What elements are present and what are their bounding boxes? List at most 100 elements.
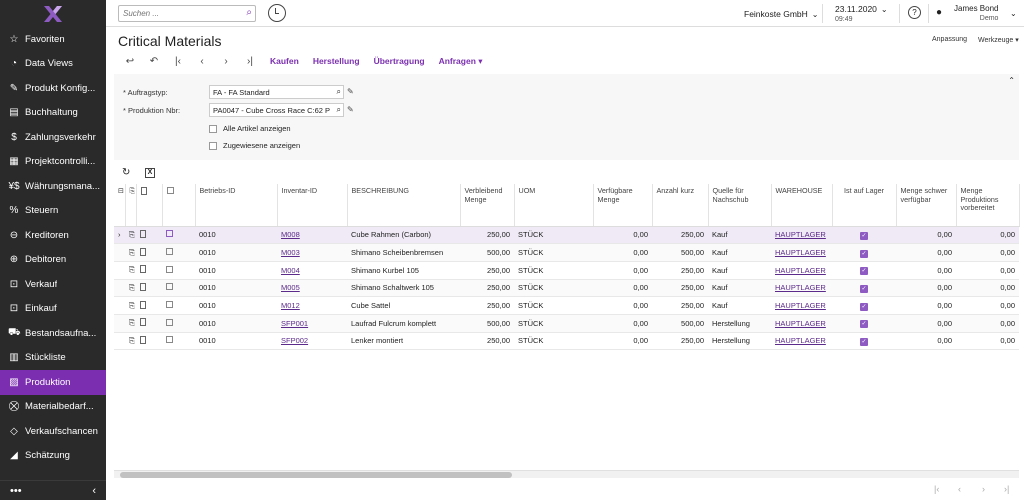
export-excel-icon[interactable]: X: [145, 168, 155, 178]
user-menu[interactable]: James Bond Demo: [954, 4, 998, 24]
note-icon[interactable]: [136, 314, 162, 333]
col-warehouse[interactable]: WAREHOUSE: [771, 184, 833, 227]
row-checkbox[interactable]: [162, 243, 195, 262]
col-quelle[interactable]: Quelle für Nachschub: [708, 184, 772, 227]
last-record-icon[interactable]: ›|: [238, 56, 262, 67]
table-row[interactable]: › ⎘ 0010 M008 Cube Rahmen (Carbon) 250,00 STÜC…: [114, 226, 1019, 245]
cell-warehouse[interactable]: HAUPTLAGER: [771, 261, 832, 280]
kaufen-button[interactable]: Kaufen: [270, 56, 299, 66]
customization-link[interactable]: Anpassung: [932, 36, 967, 43]
sidebar-item-währungsmana[interactable]: ¥$ Währungsmana...: [0, 174, 106, 199]
tools-menu[interactable]: Werkzeuge ▾: [978, 36, 1019, 44]
warehouse-link[interactable]: HAUPTLAGER: [775, 336, 826, 345]
note-icon[interactable]: [136, 279, 162, 298]
lookup-icon[interactable]: ⌕: [337, 87, 341, 97]
cell-inventar-id[interactable]: SFP001: [277, 314, 347, 333]
sidebar-item-schätzung[interactable]: ◢ Schätzung: [0, 444, 106, 469]
checked-checkbox-icon[interactable]: ✓: [860, 231, 868, 240]
note-icon[interactable]: [136, 261, 162, 280]
attachment-icon[interactable]: ⎘: [125, 314, 136, 333]
select-all-checkbox[interactable]: [162, 184, 196, 227]
sidebar-item-produkt-konfig[interactable]: ✎ Produkt Konfig...: [0, 76, 106, 101]
row-checkbox[interactable]: [162, 226, 195, 245]
inventar-link[interactable]: SFP001: [281, 319, 308, 328]
attachment-icon[interactable]: ⎘: [125, 226, 136, 245]
horizontal-scrollbar[interactable]: [114, 470, 1019, 478]
scrollbar-thumb[interactable]: [120, 472, 512, 478]
attachment-icon[interactable]: ⎘: [125, 243, 136, 262]
col-menge-vorbereitet[interactable]: Menge Produktions vorbereitet: [956, 184, 1020, 227]
cell-warehouse[interactable]: HAUPTLAGER: [771, 279, 832, 298]
previous-page-icon[interactable]: ‹: [958, 484, 961, 494]
collapse-sidebar-icon[interactable]: ‹: [92, 485, 96, 497]
cell-inventar-id[interactable]: M008: [277, 226, 347, 245]
sidebar-item-data-views[interactable]: ◔ Data Views: [0, 52, 106, 77]
warehouse-link[interactable]: HAUPTLAGER: [775, 319, 826, 328]
attachment-icon[interactable]: ⎘: [125, 296, 136, 315]
sidebar-item-projektcontrolli[interactable]: ▦ Projektcontrolli...: [0, 150, 106, 175]
back-icon[interactable]: ↩: [118, 56, 142, 67]
history-icon[interactable]: [268, 4, 286, 22]
help-icon[interactable]: ?: [908, 6, 921, 19]
cell-warehouse[interactable]: HAUPTLAGER: [771, 226, 832, 245]
row-checkbox[interactable]: [162, 314, 195, 333]
cell-inventar-id[interactable]: M012: [277, 296, 347, 315]
cell-inventar-id[interactable]: SFP002: [277, 332, 347, 351]
note-icon[interactable]: [136, 296, 162, 315]
cell-ist-auf-lager[interactable]: ✓: [832, 296, 896, 315]
row-checkbox[interactable]: [162, 296, 195, 315]
last-page-icon[interactable]: ›|: [1004, 484, 1009, 494]
checked-checkbox-icon[interactable]: ✓: [860, 249, 868, 258]
sidebar-item-verkauf[interactable]: ⊡ Verkauf: [0, 272, 106, 297]
search-input[interactable]: [119, 6, 234, 21]
inventar-link[interactable]: M004: [281, 266, 300, 275]
lookup-icon[interactable]: ⌕: [337, 105, 341, 115]
cell-inventar-id[interactable]: M004: [277, 261, 347, 280]
sidebar-item-debitoren[interactable]: ⊕ Debitoren: [0, 248, 106, 273]
sidebar-item-produktion[interactable]: ▨ Produktion: [0, 370, 106, 395]
refresh-icon[interactable]: ↻: [122, 167, 130, 178]
table-row[interactable]: ⎘ 0010 M004 Shimano Kurbel 105 250,00 STÜCK 0,…: [114, 261, 1019, 280]
sidebar-item-zahlungsverkehr[interactable]: $ Zahlungsverkehr: [0, 125, 106, 150]
cell-ist-auf-lager[interactable]: ✓: [832, 279, 896, 298]
sidebar-item-stückliste[interactable]: ▥ Stückliste: [0, 346, 106, 371]
uebertragung-button[interactable]: Übertragung: [374, 56, 425, 66]
table-row[interactable]: ⎘ 0010 SFP001 Laufrad Fulcrum komplett 500,0…: [114, 314, 1019, 333]
sidebar-item-verkaufschancen[interactable]: ◇ Verkaufschancen: [0, 419, 106, 444]
cell-warehouse[interactable]: HAUPTLAGER: [771, 243, 832, 262]
first-page-icon[interactable]: |‹: [934, 484, 939, 494]
cell-inventar-id[interactable]: M003: [277, 243, 347, 262]
herstellung-button[interactable]: Herstellung: [313, 56, 360, 66]
checked-checkbox-icon[interactable]: ✓: [860, 302, 868, 311]
sidebar-item-materialbedarf[interactable]: ⛒ Materialbedarf...: [0, 395, 106, 420]
warehouse-link[interactable]: HAUPTLAGER: [775, 266, 826, 275]
cell-ist-auf-lager[interactable]: ✓: [832, 226, 896, 245]
cell-warehouse[interactable]: HAUPTLAGER: [771, 296, 832, 315]
col-betriebs-id[interactable]: Betriebs-ID: [195, 184, 278, 227]
inventar-link[interactable]: M003: [281, 248, 300, 257]
row-checkbox[interactable]: [162, 332, 195, 351]
row-checkbox[interactable]: [162, 261, 195, 280]
col-uom[interactable]: UOM: [514, 184, 594, 227]
checked-checkbox-icon[interactable]: ✓: [860, 267, 868, 276]
zugewiesene-checkbox[interactable]: [209, 141, 217, 150]
first-record-icon[interactable]: |‹: [166, 56, 190, 67]
table-row[interactable]: ⎘ 0010 M003 Shimano Scheibenbremsen 500,00 ST…: [114, 243, 1019, 262]
edit-icon[interactable]: ✎: [347, 105, 354, 114]
checked-checkbox-icon[interactable]: ✓: [860, 320, 868, 329]
note-icon[interactable]: [136, 226, 162, 245]
attachment-icon[interactable]: ⎘: [125, 279, 136, 298]
next-record-icon[interactable]: ›: [214, 56, 238, 67]
sidebar-item-steuern[interactable]: % Steuern: [0, 199, 106, 224]
table-row[interactable]: ⎘ 0010 M012 Cube Sattel 250,00 STÜCK 0,00 250,0…: [114, 296, 1019, 315]
col-beschreibung[interactable]: BESCHREIBUNG: [347, 184, 461, 227]
sidebar-item-kreditoren[interactable]: ⊖ Kreditoren: [0, 223, 106, 248]
warehouse-link[interactable]: HAUPTLAGER: [775, 230, 826, 239]
attachment-icon[interactable]: ⎘: [125, 332, 136, 351]
search-icon[interactable]: ⌕: [246, 7, 252, 18]
produktion-field[interactable]: PA0047 - Cube Cross Race C:62 P ⌕: [209, 103, 344, 117]
date-selector[interactable]: 23.11.2020 ⌄ 09:49: [835, 4, 888, 25]
previous-record-icon[interactable]: ‹: [190, 56, 214, 67]
table-row[interactable]: ⎘ 0010 M005 Shimano Schaltwerk 105 250,00 STÜ…: [114, 279, 1019, 298]
next-page-icon[interactable]: ›: [982, 484, 985, 494]
